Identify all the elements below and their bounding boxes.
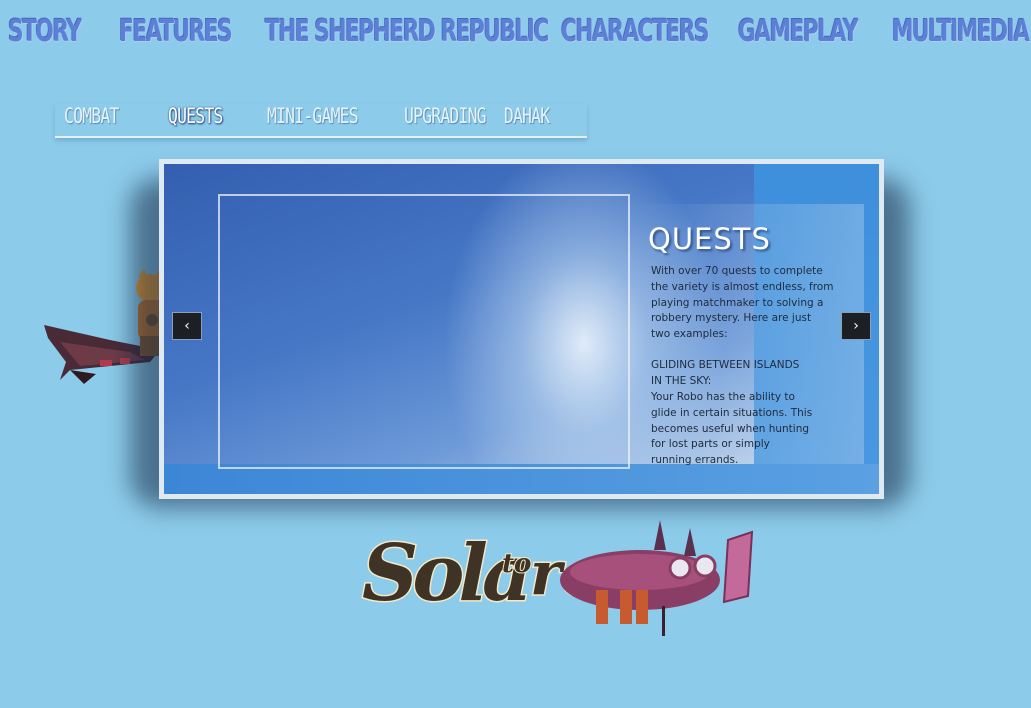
body-line: for lost parts or simply (651, 438, 770, 451)
chevron-right-icon: › (853, 318, 859, 334)
next-slide-button[interactable]: › (841, 312, 871, 340)
subheading-line: GLIDING BETWEEN ISLANDS (651, 359, 800, 371)
body-line: running errands. (651, 454, 739, 467)
body-line: becomes useful when hunting (651, 422, 810, 435)
intro-line: two examples: (651, 328, 728, 341)
intro-line: the variety is almost endless, from (651, 280, 834, 293)
nav-item-multimedia[interactable]: Multimedia (892, 14, 1030, 49)
slide-quests: QUESTS With over 70 quests to complete t… (164, 164, 879, 494)
tab-quests[interactable]: Quests (168, 104, 223, 128)
slide-subheading: GLIDING BETWEEN ISLANDS IN THE SKY: (651, 358, 831, 390)
nav-item-characters[interactable]: Characters (561, 14, 710, 49)
feature-slider: QUESTS With over 70 quests to complete t… (159, 159, 884, 499)
prev-slide-button[interactable]: ‹ (172, 312, 202, 340)
slide-intro: With over 70 quests to complete the vari… (651, 264, 841, 343)
solatorobo-logo: Sola to ro (361, 520, 754, 636)
nav-item-gameplay[interactable]: Gameplay (738, 14, 859, 49)
body-line: glide in certain situations. This (651, 406, 813, 419)
screenshot-frame (218, 194, 630, 469)
tab-mini-games[interactable]: Mini-Games (267, 104, 359, 128)
intro-line: playing matchmaker to solving a (651, 296, 824, 309)
tab-combat[interactable]: Combat (64, 104, 119, 128)
body-line: Your Robo has the ability to (651, 391, 795, 403)
intro-line: With over 70 quests to complete (651, 265, 823, 277)
nav-item-features[interactable]: Features (119, 14, 233, 49)
intro-line: robbery mystery. Here are just (651, 312, 812, 325)
chevron-left-icon: ‹ (184, 318, 190, 334)
tab-upgrading-dahak[interactable]: Upgrading Dahak (404, 104, 550, 128)
nav-item-story[interactable]: Story (8, 14, 82, 49)
slide-body: Your Robo has the ability to glide in ce… (651, 390, 823, 469)
gameplay-subnav: Combat Quests Mini-Games Upgrading Dahak (55, 104, 587, 138)
svg-text:to: to (502, 549, 531, 579)
slide-title: QUESTS (648, 222, 771, 256)
nav-item-shepherd-republic[interactable]: The Shepherd Republic (265, 14, 549, 49)
page: Story Features The Shepherd Republic Cha… (0, 0, 1031, 708)
subheading-line: IN THE SKY: (651, 374, 712, 387)
main-nav: Story Features The Shepherd Republic Cha… (0, 14, 1031, 60)
